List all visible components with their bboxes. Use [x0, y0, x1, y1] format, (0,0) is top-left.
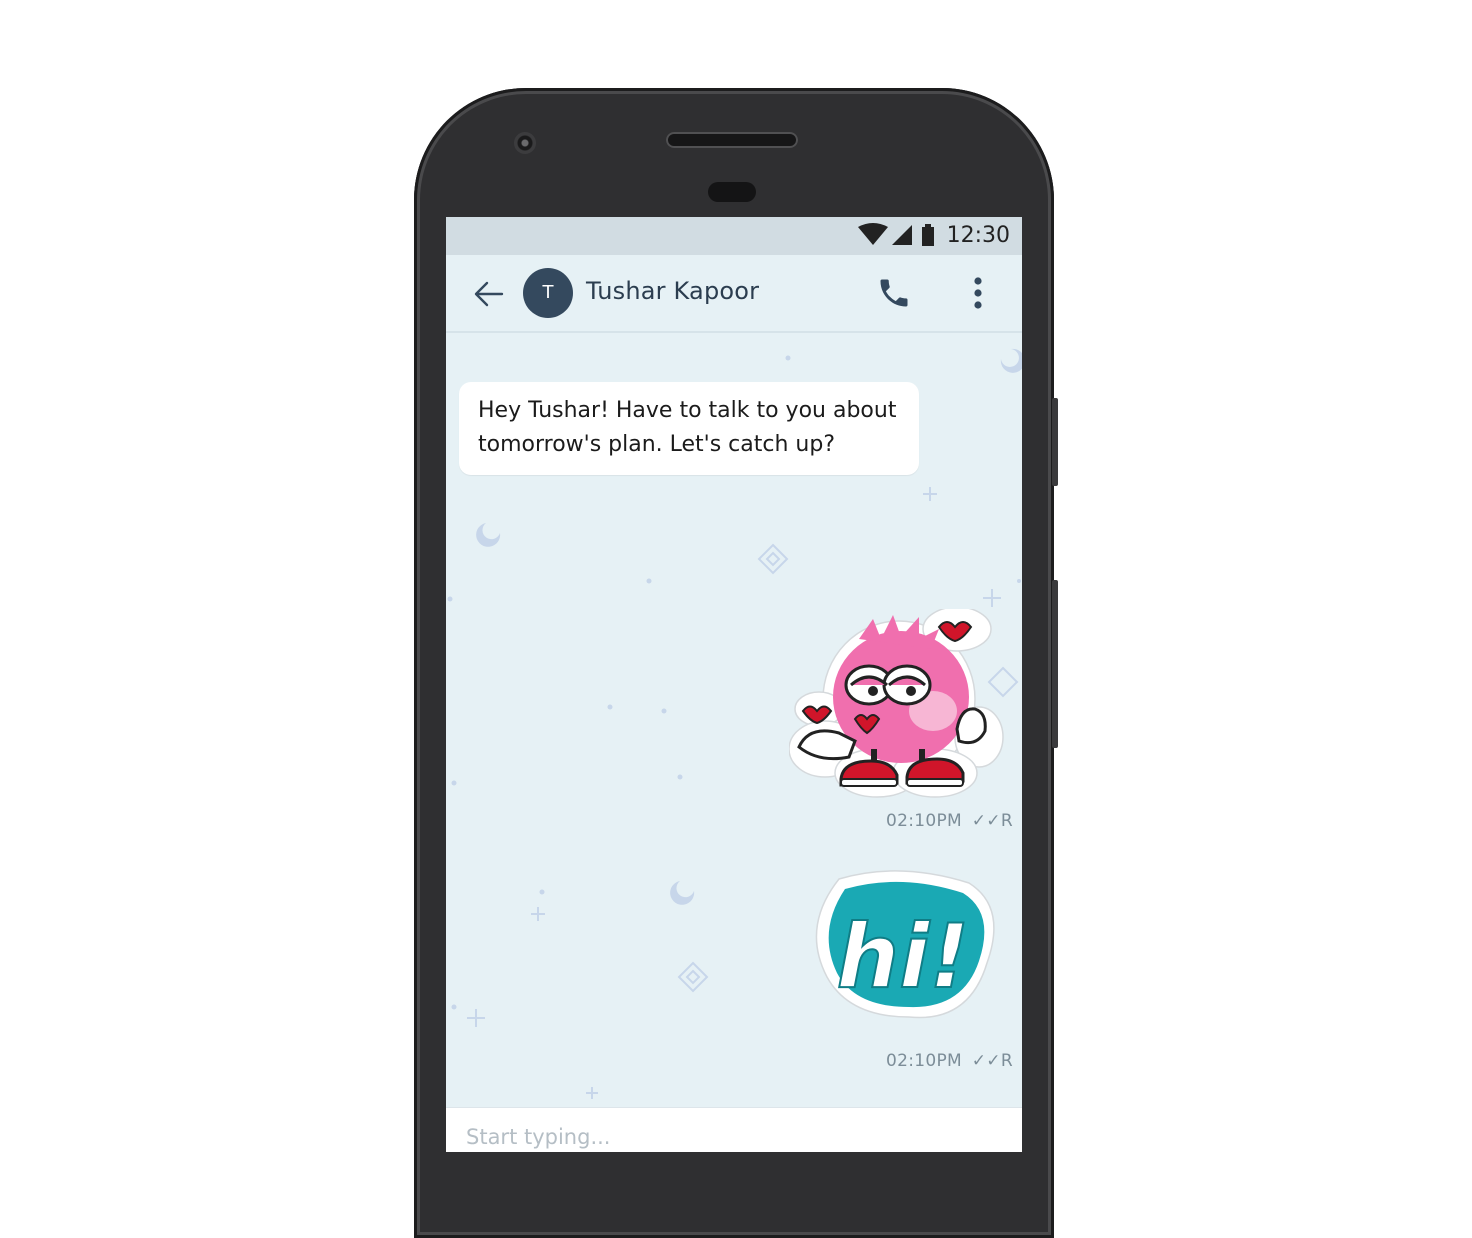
- double-check-icon: ✓✓: [971, 811, 1001, 831]
- message-text: Hey Tushar! Have to talk to you about to…: [478, 398, 897, 457]
- wifi-icon: [858, 223, 888, 245]
- cell-signal-icon: [892, 225, 912, 245]
- chat-header: T Tushar Kapoor: [446, 255, 1022, 333]
- status-bar: 12:30: [446, 217, 1022, 255]
- phone-icon[interactable]: [876, 275, 912, 311]
- message-meta: 02:10PM ✓✓R: [886, 1051, 1013, 1071]
- read-receipt: R: [1000, 1051, 1013, 1071]
- hi-sticker[interactable]: hi!: [809, 867, 999, 1027]
- message-meta: 02:10PM ✓✓R: [886, 811, 1013, 831]
- message-composer: [446, 1107, 1022, 1152]
- hi-sticker-text: hi!: [837, 905, 970, 1008]
- avatar[interactable]: T: [523, 268, 573, 318]
- message-time: 02:10PM: [886, 1051, 963, 1071]
- back-arrow-icon[interactable]: [472, 277, 506, 311]
- message-time: 02:10PM: [886, 811, 963, 831]
- status-time: 12:30: [946, 223, 1010, 248]
- pink-monster-kiss-sticker[interactable]: [789, 609, 1009, 799]
- chat-screen: 12:30 T Tushar Kapoor Hey Tushar! Have t…: [446, 217, 1022, 1152]
- message-input[interactable]: [464, 1124, 968, 1150]
- proximity-sensor: [708, 182, 756, 202]
- double-check-icon: ✓✓: [971, 1051, 1001, 1071]
- battery-icon: [922, 227, 934, 246]
- contact-name[interactable]: Tushar Kapoor: [586, 277, 759, 305]
- front-camera: [514, 132, 536, 154]
- incoming-message-bubble[interactable]: Hey Tushar! Have to talk to you about to…: [459, 382, 919, 475]
- more-vert-icon[interactable]: [966, 273, 990, 313]
- power-button: [1052, 398, 1058, 486]
- volume-button: [1052, 580, 1058, 748]
- status-icons: [858, 223, 934, 246]
- earpiece-speaker: [666, 132, 798, 148]
- read-receipt: R: [1000, 811, 1013, 831]
